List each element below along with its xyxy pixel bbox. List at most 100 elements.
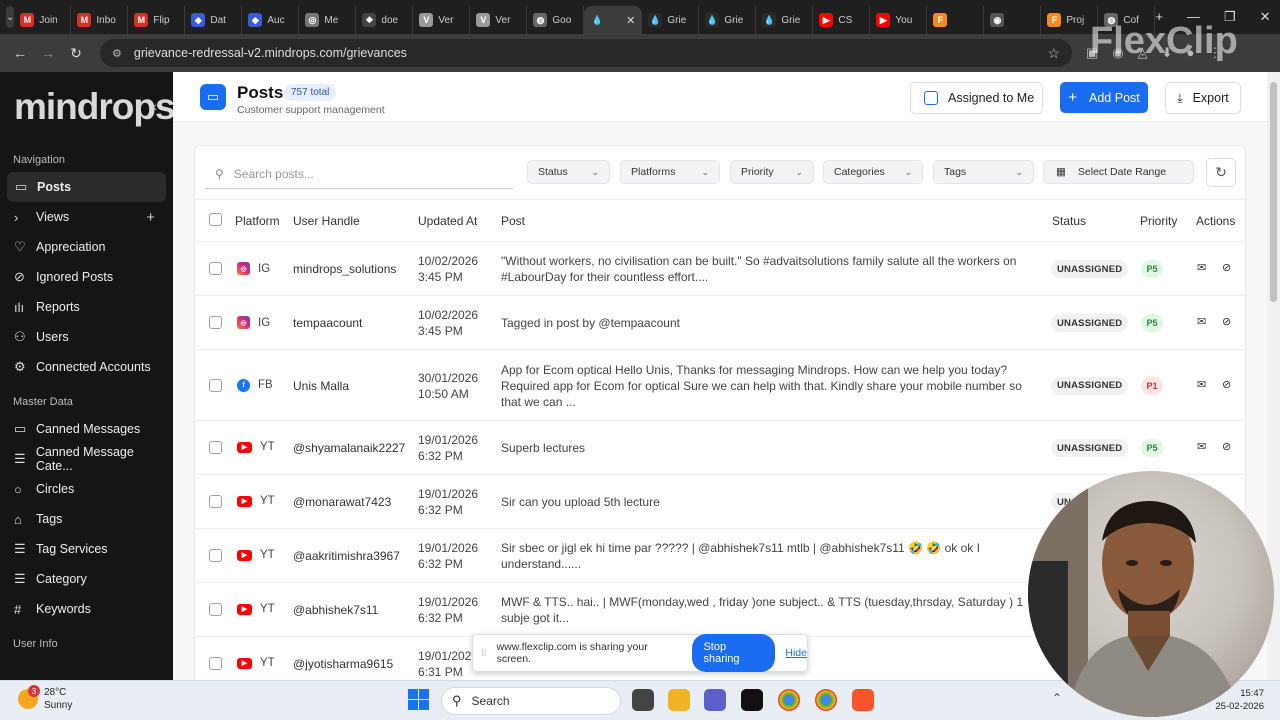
browser-tab[interactable]: ◍ Cof	[1098, 6, 1156, 34]
post-text[interactable]: "Without workers, no civilisation can be…	[501, 253, 1036, 285]
sidebar-item-keywords[interactable]: # Keywords	[0, 594, 173, 624]
row-checkbox[interactable]	[209, 603, 222, 616]
categories-filter[interactable]: Categories ⌄	[823, 160, 923, 184]
scroll-thumb[interactable]	[1270, 82, 1277, 302]
maximize-icon[interactable]: ❐	[1224, 9, 1236, 25]
browser-tab[interactable]: ◍ Goo	[527, 6, 585, 34]
task-view-icon[interactable]	[632, 689, 654, 711]
browser-tab[interactable]: M Flip	[128, 6, 186, 34]
file-explorer-icon[interactable]	[668, 689, 690, 711]
minimize-icon[interactable]: —	[1187, 9, 1200, 25]
table-row[interactable]: ◎ IG mindrops_solutions 10/02/2026 3:45 PM "W…	[195, 242, 1247, 296]
collapse-sidebar-icon[interactable]: ‹	[152, 98, 157, 114]
col-post[interactable]: Post	[501, 214, 525, 228]
row-checkbox[interactable]	[209, 549, 222, 562]
refresh-button[interactable]: ↻	[1206, 158, 1236, 187]
site-info-icon[interactable]: ⚙	[112, 47, 122, 60]
taskbar-search[interactable]: ⚲ Search	[441, 687, 621, 715]
sidebar-item-canned-messages[interactable]: ▭ Canned Messages	[0, 414, 173, 444]
platforms-filter[interactable]: Platforms ⌄	[620, 160, 720, 184]
row-checkbox[interactable]	[209, 378, 222, 392]
priority-filter[interactable]: Priority ⌄	[730, 160, 814, 184]
browser-tab[interactable]: V Ver	[413, 6, 471, 34]
extension-icon[interactable]: ⬇	[1162, 45, 1173, 61]
reply-mail-icon[interactable]: ✉	[1197, 440, 1206, 453]
new-tab-icon[interactable]: +	[1155, 9, 1163, 25]
browser-tab[interactable]: 💧 Grie	[699, 6, 757, 34]
browser-tab[interactable]: ❖ doe	[356, 6, 414, 34]
export-button[interactable]: ⤓ Export	[1165, 82, 1241, 114]
sidebar-item-category[interactable]: ☰ Category	[0, 564, 173, 594]
ignore-ban-icon[interactable]: ⊘	[1222, 315, 1231, 328]
back-icon[interactable]: ←	[6, 45, 34, 61]
browser-tab[interactable]: 💧 Grie	[756, 6, 814, 34]
table-row[interactable]: f FB Unis Malla 30/01/2026 10:50 AM App for E…	[195, 350, 1247, 421]
capcut-icon[interactable]	[741, 689, 763, 711]
add-post-button[interactable]: + Add Post	[1060, 82, 1148, 113]
reply-mail-icon[interactable]: ✉	[1197, 315, 1206, 328]
weather-widget[interactable]: 3 28°C Sunny	[18, 685, 72, 712]
status-filter[interactable]: Status ⌄	[527, 160, 610, 184]
sidebar-item-views[interactable]: › Views +	[0, 202, 173, 232]
browser-tab[interactable]: V Ver	[470, 6, 528, 34]
menu-icon[interactable]: ⋮	[1208, 45, 1221, 61]
sidebar-item-ignored-posts[interactable]: ⊘ Ignored Posts	[0, 262, 173, 292]
tab-search-icon[interactable]: ⌄	[6, 6, 15, 28]
search-input[interactable]: ⚲ Search posts...	[205, 159, 513, 189]
col-user-handle[interactable]: User Handle	[293, 214, 360, 228]
sidebar-item-circles[interactable]: ○ Circles	[0, 474, 173, 504]
sidebar-item-appreciation[interactable]: ♡ Appreciation	[0, 232, 173, 262]
sidebar-item-posts[interactable]: ▭ Posts	[7, 172, 166, 202]
browser-tab[interactable]: F	[927, 6, 985, 34]
extension-icon[interactable]: ◉	[1112, 45, 1123, 61]
tags-filter[interactable]: Tags ⌄	[933, 160, 1034, 184]
browser-tab[interactable]: 💧 Grie	[642, 6, 700, 34]
extension-icon[interactable]: ▣	[1086, 45, 1098, 61]
browser-tab[interactable]: F Proj	[1041, 6, 1099, 34]
post-text[interactable]: Sir can you upload 5th lecture	[501, 494, 1036, 510]
sidebar-item-tag-services[interactable]: ☰ Tag Services	[0, 534, 173, 564]
sidebar-item-connected-accounts[interactable]: ⚙ Connected Accounts	[0, 352, 173, 382]
sidebar-item-tags[interactable]: ⌂ Tags	[0, 504, 173, 534]
browser-tab[interactable]: M Join	[14, 6, 72, 34]
reply-mail-icon[interactable]: ✉	[1197, 378, 1206, 391]
col-priority[interactable]: Priority	[1140, 214, 1177, 228]
ignore-ban-icon[interactable]: ⊘	[1222, 378, 1231, 391]
browser-tab[interactable]: ◉	[984, 6, 1042, 34]
browser-tab[interactable]: ▶ CS	[813, 6, 871, 34]
post-text[interactable]: Tagged in post by @tempaacount	[501, 315, 1036, 331]
post-text[interactable]: Superb lectures	[501, 440, 1036, 456]
browser-tab[interactable]: ◆ Dat	[185, 6, 243, 34]
profile-icon[interactable]: ●	[1187, 45, 1195, 61]
col-status[interactable]: Status	[1052, 214, 1086, 228]
row-checkbox[interactable]	[209, 262, 222, 275]
browser-tab[interactable]: ◆ Auc	[242, 6, 300, 34]
hide-link[interactable]: Hide	[785, 647, 807, 659]
date-range-filter[interactable]: ▦ Select Date Range	[1043, 160, 1194, 184]
ignore-ban-icon[interactable]: ⊘	[1222, 440, 1231, 453]
col-platform[interactable]: Platform	[235, 214, 280, 228]
drag-handle-icon[interactable]: ⁞⁞	[481, 648, 487, 659]
close-tab-icon[interactable]: ✕	[626, 14, 635, 27]
browser-tab[interactable]: ▶ You	[870, 6, 928, 34]
tray-chevron-icon[interactable]: ⌃	[1052, 691, 1062, 705]
browser-tab[interactable]: M Inbo	[71, 6, 129, 34]
chrome-icon[interactable]	[778, 689, 800, 711]
table-row[interactable]: ▶ YT @shyamalanaik2227 19/01/2026 6:32 PM Sup…	[195, 421, 1247, 475]
brave-icon[interactable]	[852, 689, 874, 711]
checkbox-icon[interactable]	[924, 91, 938, 105]
browser-tab[interactable]: ◎ Me	[299, 6, 357, 34]
sidebar-item-reports[interactable]: ılı Reports	[0, 292, 173, 322]
url-field[interactable]: ⚙ grievance-redressal-v2.mindrops.com/gr…	[100, 39, 1072, 67]
post-text[interactable]: App for Ecom optical Hello Unis, Thanks …	[501, 362, 1036, 410]
col-updated-at[interactable]: Updated At	[418, 214, 477, 228]
windows-start-icon[interactable]	[408, 689, 430, 711]
post-text[interactable]: MWF & TTS.. hai.. | MWF(monday,wed , fri…	[501, 594, 1036, 626]
stop-sharing-button[interactable]: Stop sharing	[692, 634, 776, 672]
add-view-icon[interactable]: +	[146, 209, 155, 226]
chrome-icon[interactable]	[815, 689, 837, 711]
table-row[interactable]: ◎ IG tempaacount 10/02/2026 3:45 PM Tagged in…	[195, 296, 1247, 350]
post-text[interactable]: Sir sbec or jigl ek hi time par ????? | …	[501, 540, 1036, 572]
browser-tab[interactable]: 💧 ✕	[584, 6, 643, 34]
assigned-to-me-toggle[interactable]: Assigned to Me	[910, 82, 1043, 114]
